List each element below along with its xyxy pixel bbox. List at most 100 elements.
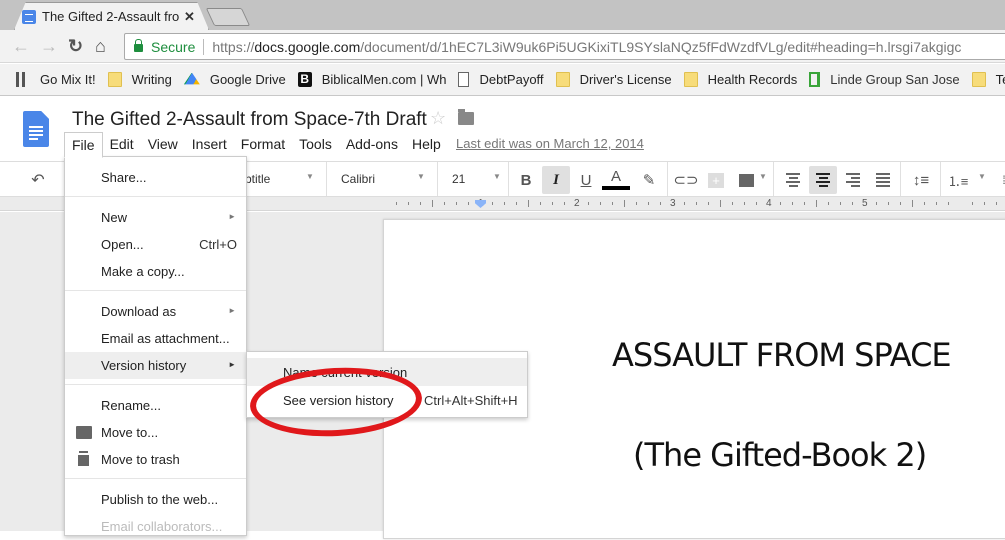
document-subheading[interactable]: (The Gifted-Book 2) — [633, 436, 927, 474]
bookmark-drivers-license[interactable]: Driver's License — [555, 72, 672, 87]
align-center-icon[interactable] — [809, 166, 837, 194]
reload-icon[interactable]: ↻ — [68, 36, 83, 56]
chevron-down-icon[interactable]: ▼ — [417, 172, 425, 181]
bookmark-debtpayoff[interactable]: DebtPayoff — [458, 72, 544, 87]
paragraph-style-select[interactable]: btitle — [245, 172, 270, 186]
forward-arrow-icon[interactable]: → — [40, 36, 58, 56]
ruler-tick — [936, 202, 937, 205]
menu-item-make-copy[interactable]: Make a copy... — [65, 258, 246, 285]
bold-button[interactable]: B — [512, 166, 540, 194]
ruler-tick — [600, 202, 601, 205]
ruler-tick — [684, 202, 685, 205]
ruler-tick — [564, 202, 565, 205]
ruler-tick — [816, 200, 817, 207]
highlight-pen-icon[interactable]: ✎ — [635, 166, 663, 194]
google-docs-favicon-icon — [22, 9, 36, 24]
underline-button[interactable]: U — [572, 166, 600, 194]
image-icon[interactable] — [732, 166, 760, 194]
bookmark-writing[interactable]: Writing — [107, 72, 172, 87]
google-docs-logo-icon[interactable] — [23, 111, 49, 147]
ruler-tick — [396, 202, 397, 205]
url-text[interactable]: https://docs.google.com/document/d/1hEC7… — [212, 39, 961, 55]
menu-item-email-attachment[interactable]: Email as attachment... — [65, 325, 246, 352]
bookmark-label: Google Drive — [209, 72, 286, 87]
menu-tools[interactable]: Tools — [292, 132, 339, 156]
file-menu: Share... New ► Open... Ctrl+O Make a copy.… — [64, 156, 247, 536]
address-bar[interactable]: Secure https://docs.google.com/document/… — [124, 33, 1005, 60]
bookmark-go-mix-it[interactable]: Go Mix It! — [16, 72, 96, 87]
browser-tab-content[interactable]: The Gifted 2-Assault from ✕ — [18, 3, 204, 30]
menu-insert[interactable]: Insert — [185, 132, 234, 156]
chevron-down-icon[interactable]: ▼ — [493, 172, 501, 181]
menu-item-download-as[interactable]: Download as ► — [65, 298, 246, 325]
ruler-tick — [996, 202, 997, 205]
link-icon[interactable]: ⊂⊃ — [672, 166, 700, 194]
menu-item-label: Move to... — [101, 425, 159, 440]
menu-format[interactable]: Format — [234, 132, 292, 156]
ruler-number: 5 — [862, 198, 868, 209]
text-color-button[interactable]: A — [602, 166, 630, 190]
url-host: docs.google.com — [254, 38, 361, 55]
menu-file[interactable]: File — [64, 132, 103, 158]
ruler-tick — [468, 202, 469, 205]
align-left-icon[interactable] — [779, 166, 807, 194]
ruler-tick — [804, 202, 805, 205]
align-right-icon[interactable] — [839, 166, 867, 194]
ruler-tick — [732, 202, 733, 205]
ruler-tick — [540, 202, 541, 205]
ruler-number: 3 — [670, 198, 676, 209]
chevron-down-icon[interactable]: ▼ — [759, 172, 767, 181]
bookmark-label: Health Records — [707, 72, 798, 87]
menu-item-share[interactable]: Share... — [65, 164, 246, 191]
chevron-down-icon[interactable]: ▼ — [978, 172, 986, 181]
font-size-select[interactable]: 21 — [452, 172, 465, 186]
home-icon[interactable]: ⌂ — [95, 36, 106, 56]
menu-help[interactable]: Help — [405, 132, 448, 156]
menu-item-label: New — [101, 210, 128, 225]
menu-item-rename[interactable]: Rename... — [65, 392, 246, 419]
numbered-list-icon[interactable]: ⒈≡ — [944, 166, 972, 194]
menu-item-version-history[interactable]: Version history ► — [65, 352, 246, 379]
folder-icon — [76, 426, 92, 439]
document-heading[interactable]: ASSAULT FROM SPACE — [612, 336, 952, 374]
undo-icon[interactable]: ↶ — [24, 166, 52, 194]
menu-item-move-to-trash[interactable]: Move to trash — [65, 446, 246, 473]
comment-add-icon[interactable]: + — [702, 166, 730, 194]
bookmark-linde-group[interactable]: Linde Group San Jose — [809, 72, 960, 87]
menu-item-move-to[interactable]: Move to... — [65, 419, 246, 446]
folder-icon — [555, 72, 570, 87]
menu-item-label: Email collaborators... — [101, 519, 223, 534]
folder-icon — [683, 72, 698, 87]
italic-button[interactable]: I — [542, 166, 570, 194]
ruler-tick — [420, 202, 421, 205]
star-icon[interactable]: ☆ — [430, 108, 446, 129]
ruler-tick — [876, 202, 877, 205]
bookmark-label: Technical Wr — [995, 72, 1005, 87]
ruler-tick — [900, 202, 901, 205]
menu-edit[interactable]: Edit — [103, 132, 141, 156]
bookmark-biblicalmen[interactable]: B BiblicalMen.com | Wh — [297, 72, 446, 87]
bulleted-list-icon[interactable]: ⁞ — [990, 166, 1005, 194]
divider — [203, 38, 205, 55]
bookmark-technical-writing[interactable]: Technical Wr — [971, 72, 1005, 87]
back-arrow-icon[interactable]: ← — [12, 36, 30, 56]
document-title[interactable]: The Gifted 2-Assault from Space-7th Draf… — [72, 109, 427, 131]
close-tab-icon[interactable]: ✕ — [184, 9, 195, 25]
new-tab-button[interactable] — [205, 8, 251, 26]
folder-icon[interactable] — [458, 109, 474, 125]
line-spacing-icon[interactable]: ↕≡ — [907, 166, 935, 194]
menu-item-open[interactable]: Open... Ctrl+O — [65, 231, 246, 258]
ruler-tick — [636, 202, 637, 205]
chevron-down-icon[interactable]: ▼ — [306, 172, 314, 181]
font-select[interactable]: Calibri — [341, 172, 375, 186]
bookmark-health-records[interactable]: Health Records — [683, 72, 798, 87]
justify-icon[interactable] — [869, 166, 897, 194]
bookmark-google-drive[interactable]: Google Drive — [183, 72, 286, 87]
submenu-arrow-icon: ► — [228, 306, 236, 315]
last-edit-link[interactable]: Last edit was on March 12, 2014 — [456, 136, 644, 151]
ruler-tick — [492, 202, 493, 205]
menu-add-ons[interactable]: Add-ons — [339, 132, 405, 156]
menu-view[interactable]: View — [141, 132, 185, 156]
menu-item-new[interactable]: New ► — [65, 204, 246, 231]
menu-item-publish-web[interactable]: Publish to the web... — [65, 486, 246, 513]
